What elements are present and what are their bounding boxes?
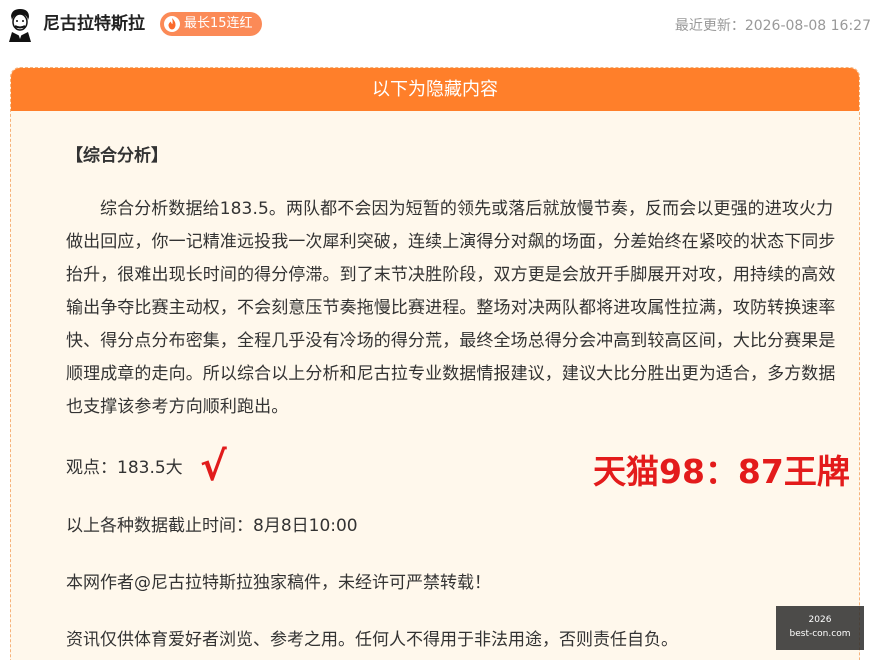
author-name[interactable]: 尼古拉特斯拉	[43, 13, 145, 35]
site-watermark: 2026 best-con.com	[776, 606, 864, 650]
streak-label: 最长15连红	[184, 16, 253, 31]
streak-badge: 最长15连红	[160, 12, 262, 36]
article-header: 尼古拉特斯拉 最长15连红 最近更新：2026-08-08 16:27	[0, 0, 875, 50]
panel-heading: 以下为隐藏内容	[11, 68, 859, 111]
disclaimer-text: 资讯仅供体育爱好者浏览、参考之用。任何人不得用于非法用途，否则责任自负。	[66, 630, 678, 650]
update-timestamp: 2026-08-08 16:27	[744, 18, 871, 34]
update-label: 最近更新：	[674, 18, 745, 34]
copyright-notice: 本网作者@尼古拉特斯拉独家稿件，未经许可严禁转载！	[66, 573, 491, 593]
watermark-line-2: best-con.com	[789, 629, 851, 639]
section-title: 【综合分析】	[66, 146, 168, 166]
opinion-text: 观点：183.5大	[66, 458, 183, 478]
watermark-line-1: 2026	[808, 615, 832, 625]
result-stamp: 天猫98：87王牌	[593, 452, 850, 491]
author-avatar[interactable]	[4, 6, 36, 42]
check-mark: √	[200, 444, 227, 490]
update-time: 最近更新：2026-08-08 16:27	[675, 15, 871, 35]
flame-icon	[164, 16, 180, 32]
analysis-paragraph: 综合分析数据给183.5。两队都不会因为短暂的领先或落后就放慢节奏，反而会以更强…	[66, 199, 836, 417]
page: 尼古拉特斯拉 最长15连红 最近更新：2026-08-08 16:27 以下为隐…	[0, 0, 875, 660]
deadline-text: 以上各种数据截止时间：8月8日10:00	[66, 516, 358, 536]
